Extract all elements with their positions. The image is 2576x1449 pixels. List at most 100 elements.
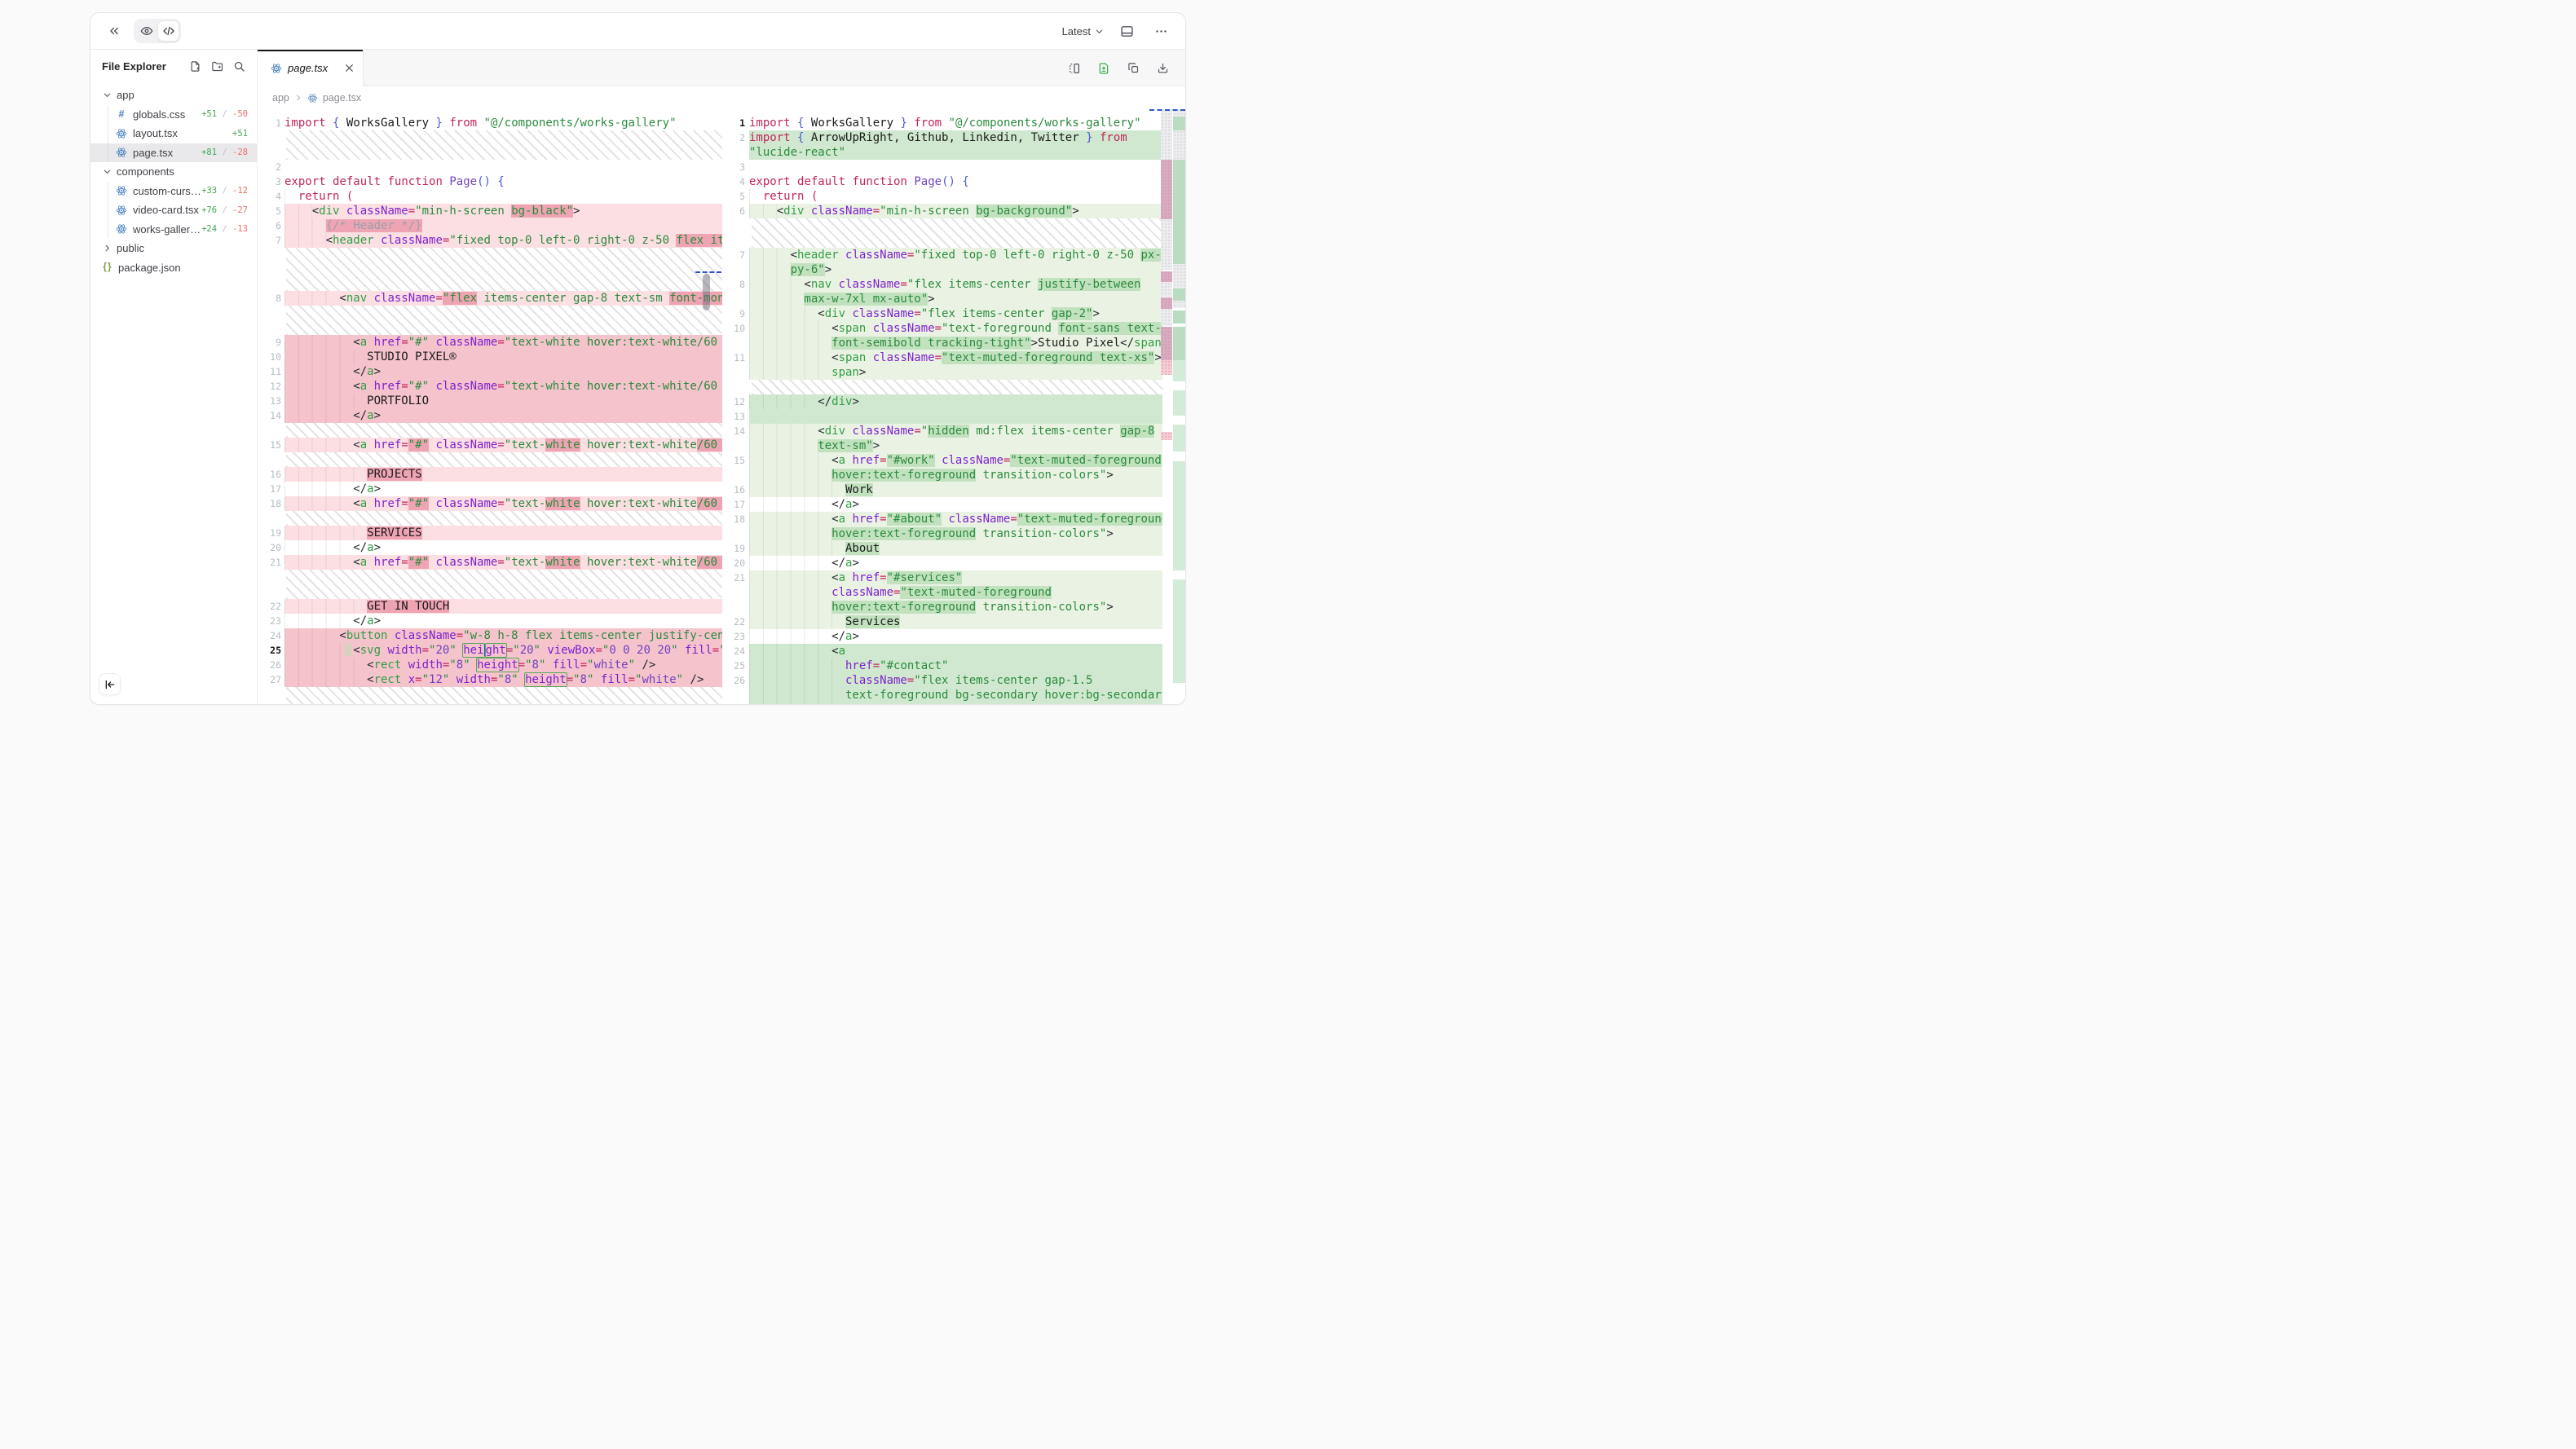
copy-button[interactable] bbox=[1122, 57, 1145, 80]
tree-item-works-galler-[interactable]: works-galler…+24 / -13 bbox=[90, 220, 257, 240]
preview-toggle-button[interactable] bbox=[135, 20, 157, 42]
collapsed-region[interactable] bbox=[286, 306, 722, 335]
line-number: 25 bbox=[730, 658, 749, 673]
code-toggle-button[interactable] bbox=[157, 20, 179, 42]
react-icon bbox=[271, 63, 282, 74]
code-line: 26<rect width="8" height="8" fill="white… bbox=[258, 658, 722, 672]
line-number: 6 bbox=[258, 218, 285, 233]
old-pane-scrollbar-thumb[interactable] bbox=[703, 274, 710, 310]
react-icon bbox=[116, 223, 127, 235]
code-line: 23</a> bbox=[258, 614, 722, 628]
line-number: 24 bbox=[730, 644, 749, 658]
line-number: 17 bbox=[258, 482, 285, 496]
collapse-sidebar-button[interactable] bbox=[103, 20, 126, 42]
collapsed-region[interactable] bbox=[286, 130, 722, 160]
collapsed-region[interactable] bbox=[286, 570, 722, 599]
file-label: works-galler… bbox=[133, 223, 201, 236]
diff-stats-badge: +51 / -50 bbox=[201, 109, 257, 119]
collapsed-region[interactable] bbox=[752, 218, 1162, 248]
panel-toggle-button[interactable] bbox=[1115, 20, 1138, 42]
tab-bar: page.tsx bbox=[258, 50, 1185, 86]
tree-item-custom-curs-[interactable]: custom-curs…+33 / -12 bbox=[90, 182, 257, 201]
line-number: 23 bbox=[258, 614, 285, 628]
tree-item-video-card-tsx[interactable]: video-card.tsx+76 / -27 bbox=[90, 200, 257, 220]
minimap-block bbox=[1173, 327, 1185, 360]
search-files-button[interactable] bbox=[231, 58, 247, 74]
minimap-block bbox=[1161, 327, 1172, 360]
collapsed-region[interactable] bbox=[286, 452, 722, 467]
file-diff-button[interactable] bbox=[1092, 57, 1115, 80]
tree-item-package-json[interactable]: { }package.json bbox=[90, 258, 257, 278]
file-label: app bbox=[117, 89, 135, 101]
line-number: 1 bbox=[730, 116, 749, 130]
line-number: 10 bbox=[258, 350, 285, 364]
version-dropdown[interactable]: Latest bbox=[1062, 25, 1104, 37]
breadcrumb-app[interactable]: app bbox=[272, 92, 289, 104]
code-line: 18<a href="#" className="text-white hove… bbox=[258, 496, 722, 511]
code-line: 14<div className="hidden md:flex items-c… bbox=[730, 424, 1162, 453]
line-number: 18 bbox=[258, 496, 285, 511]
code-line: 23</a> bbox=[730, 629, 1162, 644]
minimap-block bbox=[1173, 301, 1185, 308]
collapsed-region[interactable] bbox=[752, 380, 1162, 394]
css-file-icon: # bbox=[116, 108, 127, 120]
line-number: 2 bbox=[258, 160, 285, 174]
code-line: 4return ( bbox=[258, 189, 722, 204]
collapsed-region[interactable] bbox=[286, 687, 722, 704]
old-code-pane[interactable]: 1import { WorksGallery } from "@/compone… bbox=[258, 109, 722, 704]
tab-page-tsx[interactable]: page.tsx bbox=[258, 50, 364, 86]
minimap-block bbox=[1161, 360, 1172, 375]
line-number: 16 bbox=[258, 467, 285, 482]
more-options-button[interactable] bbox=[1149, 20, 1172, 42]
line-number: 19 bbox=[730, 541, 749, 556]
minimap-viewport-indicator[interactable] bbox=[1149, 109, 1185, 111]
minimap-block bbox=[1173, 461, 1185, 570]
file-label: globals.css bbox=[133, 108, 185, 121]
line-number: 18 bbox=[730, 512, 749, 541]
tree-item-components[interactable]: components bbox=[90, 162, 257, 182]
json-file-icon: { } bbox=[101, 262, 112, 273]
code-line: 6{/* Header */} bbox=[258, 218, 722, 233]
code-line: 22Services bbox=[730, 614, 1162, 629]
collapsed-region[interactable] bbox=[286, 248, 722, 291]
code-line: 2import { ArrowUpRight, Github, Linkedin… bbox=[730, 130, 1162, 160]
new-file-button[interactable] bbox=[187, 58, 203, 74]
minimap-block bbox=[1161, 432, 1172, 439]
file-label: public bbox=[117, 242, 144, 254]
tree-item-globals-css[interactable]: # globals.css +51 / -50 bbox=[90, 105, 257, 125]
tree-item-public[interactable]: public bbox=[90, 239, 257, 258]
diff-minimap[interactable] bbox=[1161, 109, 1185, 704]
tree-item-app[interactable]: app bbox=[90, 86, 257, 105]
code-line: 9<a href="#" className="text-white hover… bbox=[258, 335, 722, 350]
tree-item-page-tsx[interactable]: page.tsx+81 / -28 bbox=[90, 143, 257, 163]
code-line: 10STUDIO PIXEL® bbox=[258, 350, 722, 364]
file-label: components bbox=[117, 165, 174, 178]
code-line: 17</a> bbox=[730, 497, 1162, 512]
line-number: 19 bbox=[258, 526, 285, 540]
new-code-pane[interactable]: 1import { WorksGallery } from "@/compone… bbox=[730, 109, 1162, 704]
code-line: 4export default function Page() { bbox=[730, 174, 1162, 189]
collapse-panel-button[interactable] bbox=[99, 673, 121, 695]
code-line: 15<a href="#work" className="text-muted-… bbox=[730, 453, 1162, 482]
tree-item-layout-tsx[interactable]: layout.tsx+51 bbox=[90, 124, 257, 143]
code-line: 7<header className="fixed top-0 left-0 r… bbox=[730, 248, 1162, 277]
close-tab-icon[interactable] bbox=[344, 63, 355, 73]
code-line: 21<a href="#services"className="text-mut… bbox=[730, 570, 1162, 614]
code-line: 26className="flex items-center gap-1.5te… bbox=[730, 673, 1162, 704]
code-line: 12<a href="#" className="text-white hove… bbox=[258, 379, 722, 394]
line-number: 11 bbox=[730, 350, 749, 380]
react-icon bbox=[116, 128, 127, 139]
panel-bottom-icon bbox=[1120, 24, 1134, 38]
collapsed-region[interactable] bbox=[286, 511, 722, 526]
new-folder-button[interactable] bbox=[209, 58, 225, 74]
line-number: 14 bbox=[730, 424, 749, 453]
code-line: 22GET IN TOUCH bbox=[258, 599, 722, 614]
selection-artifact bbox=[345, 644, 352, 656]
split-diff-button[interactable] bbox=[1063, 57, 1086, 80]
line-number: 7 bbox=[730, 248, 749, 277]
collapsed-region[interactable] bbox=[286, 423, 722, 438]
line-number: 13 bbox=[730, 409, 749, 424]
download-button[interactable] bbox=[1151, 57, 1174, 80]
search-match: hei bbox=[463, 644, 483, 657]
breadcrumb-file[interactable]: page.tsx bbox=[323, 92, 361, 104]
